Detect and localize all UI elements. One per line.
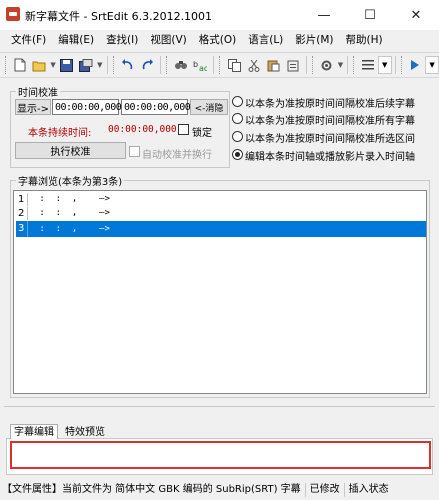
start-time-input[interactable]: 00:00:00,000 — [52, 99, 122, 115]
open-folder-icon[interactable] — [31, 56, 49, 74]
menu-file[interactable]: 文件(F) — [0, 30, 52, 50]
option-calibrate-range: 以本条为准按原时间间隔校准所选区间 — [245, 134, 415, 145]
browser-legend: 字幕浏览(本条为第3条) — [18, 177, 123, 188]
list-item-selected[interactable]: 3 : : , —> — [16, 221, 426, 237]
list-dropdown[interactable]: ▼ — [377, 56, 392, 74]
menu-language[interactable]: 语言(L) — [242, 30, 289, 50]
menu-view[interactable]: 视图(V) — [144, 30, 192, 50]
option-calibrate-all: 以本条为准按原时间间隔校准所有字幕 — [245, 116, 415, 127]
paste-icon[interactable] — [265, 56, 283, 74]
window-title: 新字幕文件 - SrtEdit 6.3.2012.1001 — [25, 10, 213, 23]
cancel-button[interactable]: <-消隐 — [190, 99, 228, 115]
tab-effect-preview[interactable]: 特效预览 — [62, 425, 108, 440]
show-button[interactable]: 显示-> — [15, 99, 51, 115]
play-dropdown[interactable]: ▼ — [425, 56, 439, 74]
menu-bar: 文件(F) 编辑(E) 查找(I) 视图(V) 格式(O) 语言(L) 影片(M… — [0, 30, 439, 50]
menu-edit[interactable]: 编辑(E) — [52, 30, 100, 50]
menu-help[interactable]: 帮助(H) — [340, 30, 389, 50]
find-icon[interactable] — [172, 56, 190, 74]
svg-text:ac: ac — [199, 64, 207, 72]
open-dropdown-icon[interactable]: ▼ — [50, 61, 55, 69]
save-icon[interactable] — [58, 56, 76, 74]
auto-calibrate-checkbox[interactable] — [129, 146, 140, 157]
list-item[interactable]: 1 : : , —> — [16, 193, 426, 206]
copy-icon[interactable] — [225, 56, 243, 74]
close-button[interactable]: ✕ — [393, 0, 439, 30]
new-file-icon[interactable] — [11, 56, 29, 74]
status-bar: 【文件属性】当前文件为 简体中文 GBK 编码的 SubRip(SRT) 字幕 … — [0, 480, 439, 500]
radio-calibrate-all[interactable] — [232, 113, 243, 124]
menu-movie[interactable]: 影片(M) — [289, 30, 339, 50]
duration-label: 本条持续时间: — [28, 128, 92, 139]
radio-calibrate-following[interactable] — [232, 96, 243, 107]
status-insert-mode: 插入状态 — [348, 484, 389, 495]
run-calibration-button[interactable]: 执行校准 — [15, 142, 126, 159]
duration-value: 00:00:00,000 — [108, 124, 177, 135]
settings-icon[interactable] — [318, 56, 336, 74]
subtitle-list[interactable]: 1 : : , —> 2 : : , —> 3 : : , —> — [13, 190, 427, 394]
clipboard-icon[interactable] — [284, 56, 302, 74]
status-modified: 已修改 — [306, 483, 345, 497]
radio-edit-timeline[interactable] — [232, 149, 243, 160]
subtitle-text-input[interactable] — [10, 441, 431, 469]
option-calibrate-following: 以本条为准按原时间间隔校准后续字幕 — [245, 99, 415, 110]
title-bar: 新字幕文件 - SrtEdit 6.3.2012.1001 — ☐ ✕ — [0, 0, 439, 30]
svg-text:b: b — [193, 60, 198, 69]
menu-format[interactable]: 格式(O) — [193, 30, 242, 50]
lock-label: 锁定 — [192, 128, 212, 139]
save-as-icon[interactable] — [77, 56, 95, 74]
list-icon[interactable] — [359, 56, 377, 74]
settings-dropdown-icon[interactable]: ▼ — [338, 61, 343, 69]
toolbar: ▼ ▼ b ac ▼ ▼ ▼ — [0, 52, 439, 78]
status-file-properties: 【文件属性】当前文件为 简体中文 GBK 编码的 SubRip(SRT) 字幕 — [0, 483, 306, 497]
cut-icon[interactable] — [245, 56, 263, 74]
list-item[interactable]: 2 : : , —> — [16, 207, 426, 220]
menu-find[interactable]: 查找(I) — [100, 30, 144, 50]
app-icon — [6, 7, 20, 21]
radio-calibrate-range[interactable] — [232, 131, 243, 142]
replace-icon[interactable]: b ac — [192, 56, 210, 74]
timing-legend: 时间校准 — [18, 88, 58, 99]
auto-calibrate-label: 自动校准并换行 — [142, 150, 212, 161]
undo-icon[interactable] — [119, 56, 137, 74]
tab-subtitle-edit[interactable]: 字幕编辑 — [10, 424, 58, 439]
play-icon[interactable] — [407, 56, 425, 74]
minimize-button[interactable]: — — [301, 0, 347, 30]
save-dropdown-icon[interactable]: ▼ — [97, 61, 102, 69]
end-time-input[interactable]: 00:00:00,000 — [121, 99, 191, 115]
maximize-button[interactable]: ☐ — [347, 0, 393, 30]
toolbar-grip[interactable] — [5, 56, 8, 74]
redo-icon[interactable] — [138, 56, 156, 74]
lock-checkbox[interactable] — [178, 124, 189, 135]
option-edit-timeline: 编辑本条时间轴或播放影片录入时间轴 — [245, 152, 415, 163]
